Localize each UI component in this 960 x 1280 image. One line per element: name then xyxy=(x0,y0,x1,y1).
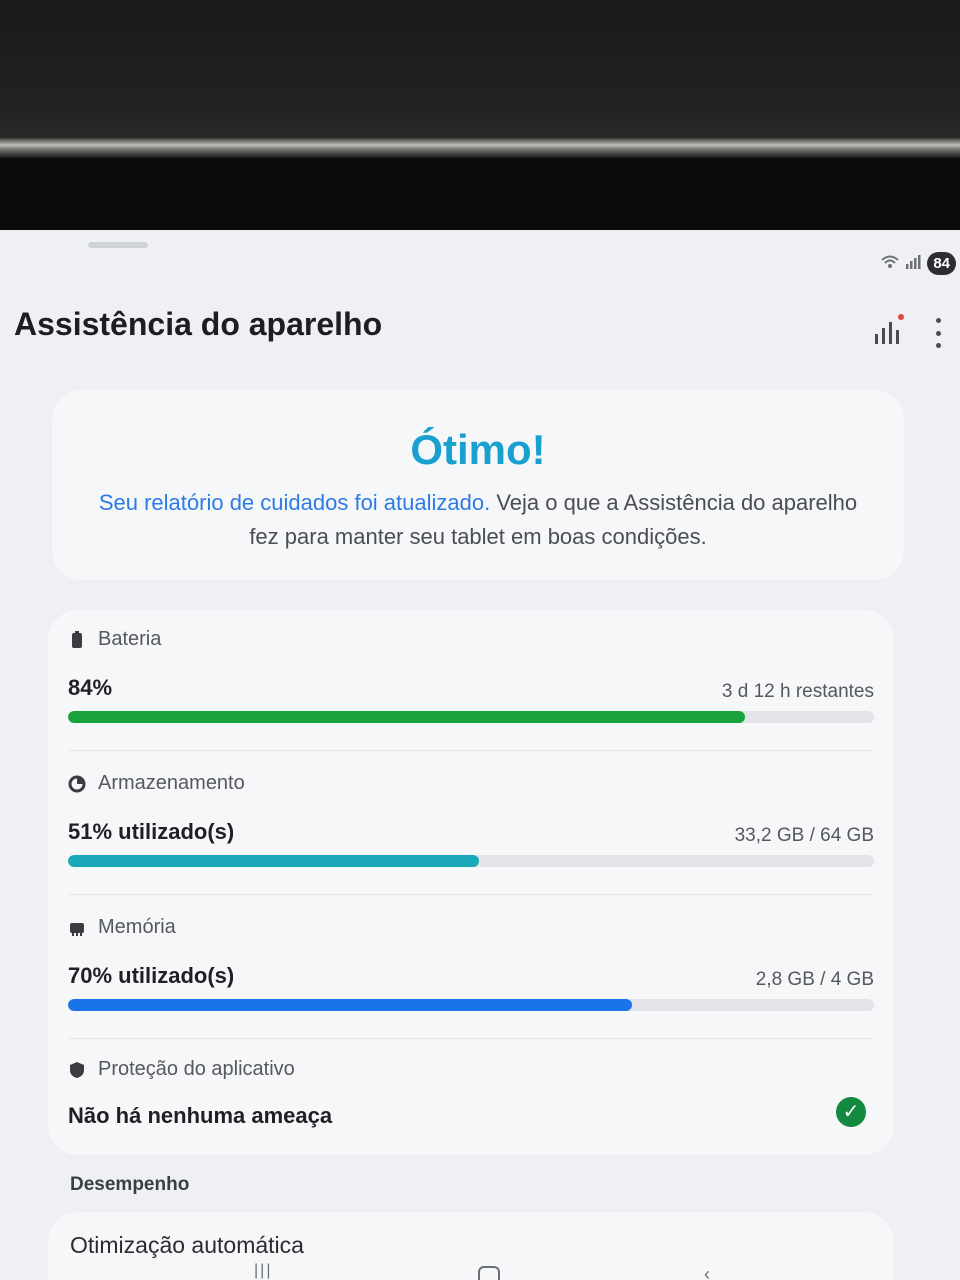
battery-section[interactable]: Bateria 84% 3 d 12 h restantes xyxy=(68,628,874,723)
app-protection-section[interactable]: Proteção do aplicativo Não há nenhuma am… xyxy=(68,1058,874,1137)
storage-icon xyxy=(68,775,86,792)
back-icon[interactable]: ‹ xyxy=(704,1264,710,1280)
drag-handle[interactable] xyxy=(88,242,148,248)
report-description: Seu relatório de cuidados foi atualizado… xyxy=(82,486,874,554)
battery-label: Bateria xyxy=(98,628,162,650)
battery-icon xyxy=(72,630,82,648)
battery-progress-bar xyxy=(68,711,874,723)
storage-section[interactable]: Armazenamento 51% utilizado(s) 33,2 GB /… xyxy=(68,772,874,867)
memory-progress-fill xyxy=(68,999,633,1011)
battery-level-badge: 84 xyxy=(927,252,956,275)
battery-progress-fill xyxy=(68,711,746,723)
app-screen: 84 Assistência do aparelho Ótimo! Seu re… xyxy=(0,230,960,1280)
performance-section-title: Desempenho xyxy=(70,1174,190,1195)
storage-amount: 33,2 GB / 64 GB xyxy=(734,825,874,846)
device-stats-card: Bateria 84% 3 d 12 h restantes Armazenam… xyxy=(48,610,894,1155)
device-bezel-inner xyxy=(0,158,960,232)
navigation-bar: ||| ‹ xyxy=(0,1262,960,1280)
app-protection-label: Proteção do aplicativo xyxy=(98,1058,295,1080)
device-bezel-top xyxy=(0,0,960,150)
divider xyxy=(68,750,874,751)
memory-amount: 2,8 GB / 4 GB xyxy=(755,969,874,990)
storage-progress-bar xyxy=(68,855,874,867)
threat-status: Não há nenhuma ameaça xyxy=(68,1103,333,1128)
shield-icon xyxy=(70,1061,84,1078)
memory-usage: 70% utilizado(s) xyxy=(68,963,235,988)
storage-label: Armazenamento xyxy=(98,772,245,794)
memory-section[interactable]: Memória 70% utilizado(s) 2,8 GB / 4 GB xyxy=(68,916,874,1011)
stats-button[interactable] xyxy=(874,314,904,348)
divider xyxy=(68,894,874,895)
memory-progress-bar xyxy=(68,999,874,1011)
device-frame-rail xyxy=(0,138,960,158)
bar-chart-icon xyxy=(875,322,899,344)
app-header: Assistência do aparelho xyxy=(14,306,960,350)
auto-optimization-label: Otimização automática xyxy=(70,1232,304,1258)
more-options-icon[interactable] xyxy=(930,318,946,348)
page-title: Assistência do aparelho xyxy=(14,306,383,342)
check-icon: ✓ xyxy=(836,1097,866,1127)
memory-chip-icon xyxy=(70,922,84,936)
battery-percent: 84% xyxy=(68,675,113,700)
notification-dot xyxy=(898,314,904,320)
storage-progress-fill xyxy=(68,855,480,867)
divider xyxy=(68,1038,874,1039)
status-heading: Ótimo! xyxy=(410,426,546,473)
memory-label: Memória xyxy=(98,916,176,938)
care-report-card: Ótimo! Seu relatório de cuidados foi atu… xyxy=(52,390,904,580)
status-bar: 84 xyxy=(881,252,956,275)
wifi-icon xyxy=(881,255,899,272)
recent-apps-icon[interactable]: ||| xyxy=(254,1262,272,1280)
home-icon[interactable] xyxy=(478,1266,500,1280)
storage-usage: 51% utilizado(s) xyxy=(68,819,235,844)
battery-remaining: 3 d 12 h restantes xyxy=(721,681,874,702)
report-link[interactable]: Seu relatório de cuidados foi atualizado… xyxy=(99,490,490,515)
signal-icon xyxy=(905,255,921,272)
